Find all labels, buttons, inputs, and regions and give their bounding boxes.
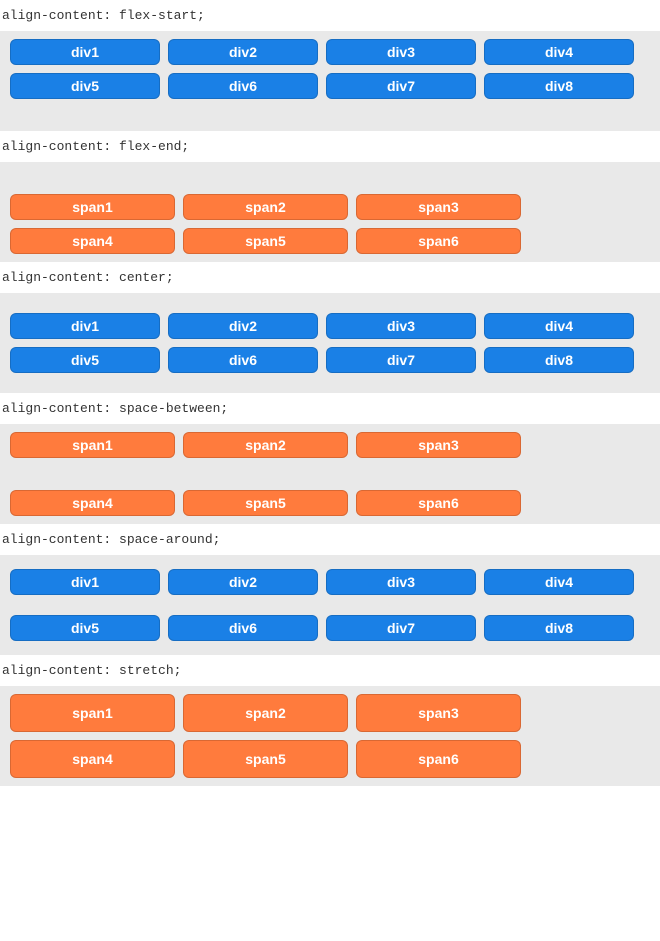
flex-item: span4	[10, 228, 175, 254]
flex-item: div1	[10, 39, 160, 65]
flex-item: div6	[168, 615, 318, 641]
flex-item: div8	[484, 615, 634, 641]
flex-container-space-between: span1 span2 span3 span4 span5 span6	[0, 424, 660, 524]
flex-item: div5	[10, 347, 160, 373]
flex-item: div1	[10, 313, 160, 339]
flex-container-stretch: span1 span2 span3 span4 span5 span6	[0, 686, 660, 786]
code-label: align-content: space-between;	[0, 393, 660, 424]
flex-item: span1	[10, 432, 175, 458]
flex-item: div5	[10, 73, 160, 99]
flex-item: span5	[183, 740, 348, 778]
flex-item: span2	[183, 694, 348, 732]
flex-item: span3	[356, 432, 521, 458]
flex-item: div3	[326, 313, 476, 339]
flex-item: span2	[183, 194, 348, 220]
flex-item: div8	[484, 347, 634, 373]
code-label: align-content: center;	[0, 262, 660, 293]
flex-item: span3	[356, 194, 521, 220]
flex-item: span5	[183, 228, 348, 254]
flex-item: div4	[484, 569, 634, 595]
flex-container-center: div1 div2 div3 div4 div5 div6 div7 div8	[0, 293, 660, 393]
flex-container-space-around: div1 div2 div3 div4 div5 div6 div7 div8	[0, 555, 660, 655]
flex-item: span6	[356, 228, 521, 254]
flex-item: span2	[183, 432, 348, 458]
flex-item: div3	[326, 39, 476, 65]
flex-item: span4	[10, 490, 175, 516]
flex-item: div3	[326, 569, 476, 595]
flex-container-flex-end: span1 span2 span3 span4 span5 span6	[0, 162, 660, 262]
flex-item: span6	[356, 740, 521, 778]
flex-item: div6	[168, 347, 318, 373]
flex-item: span3	[356, 694, 521, 732]
flex-item: div2	[168, 313, 318, 339]
flex-item: div2	[168, 39, 318, 65]
code-label: align-content: flex-end;	[0, 131, 660, 162]
flex-item: span5	[183, 490, 348, 516]
flex-item: span6	[356, 490, 521, 516]
flex-item: div8	[484, 73, 634, 99]
flex-item: span4	[10, 740, 175, 778]
flex-item: div7	[326, 615, 476, 641]
code-label: align-content: stretch;	[0, 655, 660, 686]
flex-item: div7	[326, 347, 476, 373]
flex-item: div2	[168, 569, 318, 595]
flex-item: span1	[10, 694, 175, 732]
code-label: align-content: space-around;	[0, 524, 660, 555]
flex-item: div7	[326, 73, 476, 99]
code-label: align-content: flex-start;	[0, 0, 660, 31]
flex-container-flex-start: div1 div2 div3 div4 div5 div6 div7 div8	[0, 31, 660, 131]
flex-item: div6	[168, 73, 318, 99]
flex-item: span1	[10, 194, 175, 220]
flex-item: div1	[10, 569, 160, 595]
flex-item: div5	[10, 615, 160, 641]
flex-item: div4	[484, 313, 634, 339]
flex-item: div4	[484, 39, 634, 65]
